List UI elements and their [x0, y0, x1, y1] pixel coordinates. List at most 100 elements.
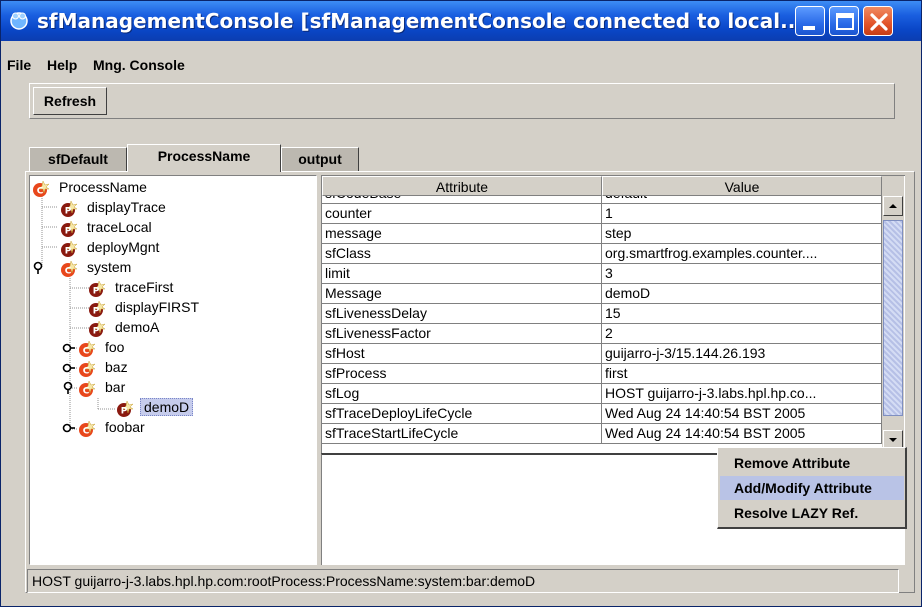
component-tree[interactable]: C ProcessName PdisplayTrace PtraceLocal Pdep… [29, 175, 317, 565]
tree-node-label: system [87, 259, 132, 275]
title-bar[interactable]: sfManagementConsole [sfManagementConsole… [1, 1, 921, 41]
primitive-node-icon: P [117, 400, 134, 417]
menu-help[interactable]: Help [47, 57, 77, 73]
tree-node-label: displayTrace [87, 199, 166, 215]
attribute-cell: sfTraceStartLifeCycle [322, 424, 602, 444]
svg-text:C: C [83, 347, 90, 357]
table-row[interactable]: counter 1 [322, 204, 882, 224]
tree-node-label: foobar [105, 419, 145, 435]
svg-text:C: C [37, 187, 44, 197]
svg-text:C: C [83, 387, 90, 397]
attribute-cell: sfLivenessFactor [322, 324, 602, 344]
component-node-icon: C [33, 180, 50, 197]
scroll-up-button[interactable] [883, 196, 903, 216]
attribute-table[interactable]: Attribute Value sfCodeBase default count… [321, 175, 905, 453]
attribute-cell: sfProcess [322, 364, 602, 384]
value-cell: demoD [602, 284, 882, 304]
arrow-up-icon [889, 204, 897, 208]
expanded-handle-icon[interactable] [62, 381, 76, 395]
attribute-cell: sfLog [322, 384, 602, 404]
table-row[interactable]: sfLivenessFactor 2 [322, 324, 882, 344]
status-bar: HOST guijarro-j-3.labs.hpl.hp.com:rootPr… [27, 569, 899, 593]
column-header-attribute[interactable]: Attribute [322, 176, 602, 196]
menu-mng-console[interactable]: Mng. Console [93, 57, 185, 73]
attribute-cell: sfHost [322, 344, 602, 364]
tree-node-label: ProcessName [59, 179, 147, 195]
table-row[interactable]: sfTraceDeployLifeCycle Wed Aug 24 14:40:5… [322, 404, 882, 424]
value-cell: Wed Aug 24 14:40:54 BST 2005 [602, 404, 882, 424]
svg-text:P: P [65, 207, 72, 217]
minimize-icon [803, 26, 815, 30]
table-row[interactable]: sfTraceStartLifeCycle Wed Aug 24 14:40:54… [322, 424, 882, 444]
table-row[interactable]: sfClass org.smartfrog.examples.counter...… [322, 244, 882, 264]
svg-text:C: C [83, 427, 90, 437]
tree-node-label: bar [105, 379, 126, 395]
tree-node-label: baz [105, 359, 128, 375]
table-row[interactable]: message step [322, 224, 882, 244]
tree-node-label: traceFirst [115, 279, 174, 295]
tree-node-label: foo [105, 339, 125, 355]
menu-file[interactable]: File [7, 57, 31, 73]
primitive-node-icon: P [89, 320, 106, 337]
table-row[interactable]: sfProcess first [322, 364, 882, 384]
value-cell: first [602, 364, 882, 384]
value-cell: step [602, 224, 882, 244]
menu-item-remove-attribute[interactable]: Remove Attribute [720, 451, 904, 475]
attribute-cell: sfLivenessDelay [322, 304, 602, 324]
menu-item-add-modify-attribute[interactable]: Add/Modify Attribute [720, 476, 904, 500]
tree-node-label: deployMgnt [87, 239, 160, 255]
app-window: sfManagementConsole [sfManagementConsole… [0, 0, 922, 607]
value-cell: Wed Aug 24 14:40:54 BST 2005 [602, 424, 882, 444]
table-vertical-scrollbar[interactable] [882, 176, 904, 452]
tree-node-label: demoD [140, 398, 194, 416]
tab-sfdefault[interactable]: sfDefault [29, 147, 127, 171]
svg-text:P: P [65, 227, 72, 237]
primitive-node-icon: P [61, 200, 78, 217]
table-row[interactable]: sfLog HOST guijarro-j-3.labs.hpl.hp.co... [322, 384, 882, 404]
table-row[interactable]: limit 3 [322, 264, 882, 284]
minimize-button[interactable] [795, 6, 825, 36]
table-row[interactable]: sfLivenessDelay 15 [322, 304, 882, 324]
attribute-cell: sfCodeBase [322, 196, 602, 204]
maximize-icon [836, 13, 854, 30]
context-menu: Remove Attribute Add/Modify Attribute Re… [717, 447, 907, 529]
attribute-cell: Message [322, 284, 602, 304]
maximize-button[interactable] [829, 6, 859, 36]
table-header: Attribute Value [322, 176, 882, 196]
value-cell: guijarro-j-3/15.144.26.193 [602, 344, 882, 364]
close-button[interactable] [863, 6, 893, 36]
svg-text:C: C [65, 267, 72, 277]
svg-text:P: P [65, 247, 72, 257]
attribute-cell: limit [322, 264, 602, 284]
value-cell: default [602, 196, 882, 204]
attribute-cell: sfClass [322, 244, 602, 264]
table-body: sfCodeBase default counter1messagestepsf… [322, 196, 882, 452]
tab-output[interactable]: output [281, 147, 359, 171]
component-node-icon: C [79, 420, 96, 437]
component-node-icon: C [79, 380, 96, 397]
table-row[interactable]: sfHost guijarro-j-3/15.144.26.193 [322, 344, 882, 364]
collapsed-handle-icon[interactable] [62, 341, 76, 355]
collapsed-handle-icon[interactable] [62, 361, 76, 375]
attribute-cell: message [322, 224, 602, 244]
menu-item-resolve-lazy-ref[interactable]: Resolve LAZY Ref. [720, 501, 904, 525]
primitive-node-icon: P [61, 240, 78, 257]
refresh-button[interactable]: Refresh [33, 87, 107, 115]
component-node-icon: C [79, 360, 96, 377]
svg-text:P: P [121, 407, 128, 417]
svg-text:P: P [93, 327, 100, 337]
expanded-handle-icon[interactable] [32, 261, 46, 275]
menu-bar: File Help Mng. Console [1, 55, 921, 77]
table-row[interactable]: sfCodeBase default [322, 196, 882, 204]
tree-node-label: demoA [115, 319, 160, 335]
table-row[interactable]: Message demoD [322, 284, 882, 304]
attribute-cell: sfTraceDeployLifeCycle [322, 404, 602, 424]
svg-text:P: P [93, 307, 100, 317]
primitive-node-icon: P [89, 300, 106, 317]
tab-processname[interactable]: ProcessName [127, 144, 281, 172]
scroll-thumb[interactable] [883, 220, 903, 416]
value-cell: 1 [602, 204, 882, 224]
value-cell: HOST guijarro-j-3.labs.hpl.hp.co... [602, 384, 882, 404]
collapsed-handle-icon[interactable] [62, 421, 76, 435]
column-header-value[interactable]: Value [602, 176, 882, 196]
